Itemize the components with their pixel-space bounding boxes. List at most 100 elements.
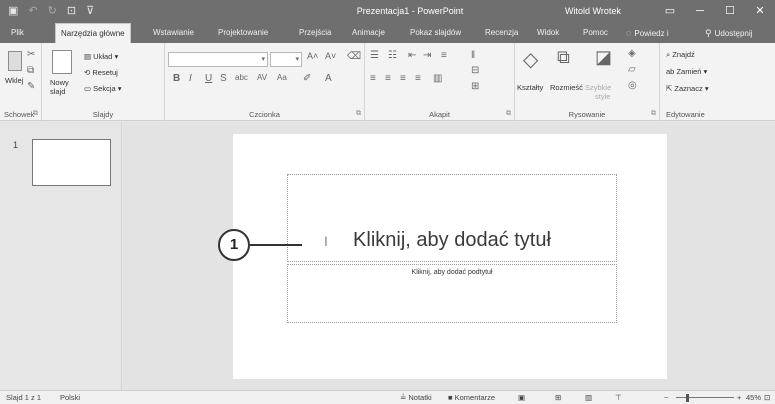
ribbon-display-icon[interactable]: ▭ (655, 0, 685, 23)
comment-icon: ■ (448, 393, 455, 402)
subtitle-placeholder[interactable]: Kliknij, aby dodać podtytuł (287, 264, 617, 323)
group-drawing: ◇ Kształty ⧉ Rozmieść ◪ Szybkie style ◈ … (515, 43, 660, 121)
strikethrough-icon[interactable]: abc (235, 73, 248, 82)
tab-design[interactable]: Projektowanie (213, 23, 273, 43)
quick-styles-button[interactable]: Szybkie (585, 83, 611, 92)
decrease-font-icon[interactable]: A˅ (325, 51, 336, 61)
reading-view-icon[interactable]: ▥ (585, 391, 592, 404)
slideshow-icon[interactable]: ⊤ (615, 391, 622, 404)
char-spacing-icon[interactable]: AV (257, 73, 267, 82)
section-button[interactable]: ▭ Sekcja ▾ (84, 84, 122, 93)
font-name-combo[interactable]: ▾ (168, 52, 268, 67)
share-icon: ⚲ (705, 28, 712, 38)
user-name[interactable]: Witold Wrotek (565, 0, 621, 23)
text-direction-icon[interactable]: ǁ (471, 50, 475, 61)
dialog-launcher-icon[interactable]: ⧉ (506, 110, 511, 118)
justify-icon[interactable]: ≡ (415, 73, 421, 84)
line-spacing-icon[interactable]: ≡ (441, 50, 447, 61)
arrange-icon[interactable]: ⧉ (557, 47, 570, 68)
underline-icon[interactable]: U (205, 73, 212, 84)
align-text-icon[interactable]: ⊟ (471, 65, 479, 76)
paste-button[interactable]: Wklej (5, 76, 23, 85)
slide-canvas[interactable]: I Kliknij, aby dodać tytuł Kliknij, aby … (233, 134, 667, 379)
shape-outline-icon[interactable]: ▱ (628, 64, 636, 75)
quick-styles-icon[interactable]: ◪ (595, 47, 612, 68)
zoom-out-icon[interactable]: − (664, 391, 668, 404)
slide-thumbnail[interactable] (32, 139, 111, 186)
bullets-icon[interactable]: ☰ (370, 50, 379, 61)
redo-icon[interactable]: ↻ (48, 0, 57, 23)
arrange-button[interactable]: Rozmieść (550, 83, 583, 92)
align-right-icon[interactable]: ≡ (400, 73, 406, 84)
title-placeholder-text[interactable]: Kliknij, aby dodać tytuł (288, 229, 616, 252)
paste-icon[interactable] (8, 51, 22, 71)
shape-effects-icon[interactable]: ◎ (628, 80, 637, 91)
font-color-icon[interactable]: A (325, 73, 332, 84)
format-painter-icon[interactable]: ✎ (27, 81, 35, 92)
numbering-icon[interactable]: ☷ (388, 50, 397, 61)
presentation-icon[interactable]: ⊡ (67, 0, 76, 23)
notes-button[interactable]: ≟ Notatki (400, 391, 432, 404)
tab-file[interactable]: Plik (6, 23, 29, 43)
quick-styles-label-2[interactable]: style (595, 92, 610, 101)
zoom-in-icon[interactable]: + (737, 391, 741, 404)
tab-view[interactable]: Widok (532, 23, 564, 43)
align-left-icon[interactable]: ≡ (370, 73, 376, 84)
find-button[interactable]: ⌕ Znajdź (666, 50, 695, 60)
reset-button[interactable]: ⟲ Resetuj (84, 68, 118, 77)
zoom-level[interactable]: 45% (746, 391, 761, 404)
maximize-icon[interactable]: ☐ (715, 0, 745, 23)
fit-slide-icon[interactable]: ⊡ (764, 391, 770, 404)
share-button[interactable]: ⚲ Udostępnij (700, 23, 757, 43)
clear-formatting-icon[interactable]: ⌫ (347, 51, 361, 62)
new-slide-icon[interactable] (52, 50, 72, 74)
minimize-icon[interactable]: ─ (685, 0, 715, 23)
slide-sorter-icon[interactable]: ⊞ (555, 391, 561, 404)
shapes-button[interactable]: Kształty (517, 83, 543, 92)
shadow-icon[interactable]: S (220, 73, 227, 84)
language-indicator[interactable]: Polski (60, 391, 80, 404)
close-icon[interactable]: ✕ (745, 0, 775, 23)
zoom-slider[interactable] (676, 394, 734, 402)
dialog-launcher-icon[interactable]: ⧉ (651, 110, 656, 118)
shape-fill-icon[interactable]: ◈ (628, 48, 636, 59)
select-button[interactable]: ⇱ Zaznacz ▾ (666, 84, 709, 93)
smartart-icon[interactable]: ⊞ (471, 81, 479, 92)
dialog-launcher-icon[interactable]: ⧉ (356, 110, 361, 118)
shapes-icon[interactable]: ◇ (523, 47, 538, 72)
tab-home[interactable]: Narzędzia główne (55, 23, 131, 43)
font-size-combo[interactable]: ▾ (270, 52, 302, 67)
italic-icon[interactable]: I (189, 73, 192, 84)
comments-button[interactable]: ■ Komentarze (448, 391, 495, 404)
decrease-indent-icon[interactable]: ⇤ (408, 50, 416, 61)
change-case-icon[interactable]: Aa (277, 73, 287, 82)
dialog-launcher-icon[interactable]: ⧉ (33, 110, 38, 118)
title-placeholder[interactable]: I Kliknij, aby dodać tytuł (287, 174, 617, 262)
align-center-icon[interactable]: ≡ (385, 73, 391, 84)
layout-button[interactable]: ▤ Układ ▾ (84, 52, 118, 61)
bold-icon[interactable]: B (173, 73, 180, 84)
tab-slideshow[interactable]: Pokaz slajdów (405, 23, 466, 43)
columns-icon[interactable]: ▥ (433, 73, 442, 84)
cut-icon[interactable]: ✂ (27, 49, 35, 60)
undo-icon[interactable]: ↶ (28, 0, 37, 23)
tab-transitions[interactable]: Przejścia (294, 23, 336, 43)
customize-icon[interactable]: ⊽ (86, 0, 94, 23)
increase-indent-icon[interactable]: ⇥ (423, 50, 431, 61)
replace-button[interactable]: ab Zamień ▾ (666, 67, 707, 76)
highlight-icon[interactable]: ✐ (303, 73, 311, 84)
tab-insert[interactable]: Wstawianie (148, 23, 199, 43)
copy-icon[interactable]: ⧉ (27, 65, 34, 76)
group-label-font: Czcionka (249, 110, 280, 119)
tab-help[interactable]: Pomoc (578, 23, 613, 43)
zoom-slider-thumb[interactable] (686, 394, 689, 402)
subtitle-placeholder-text[interactable]: Kliknij, aby dodać podtytuł (288, 269, 616, 276)
tell-me-search[interactable]: ◌ Powiedz i (621, 23, 674, 43)
tab-review[interactable]: Recenzja (480, 23, 523, 43)
new-slide-label-2[interactable]: slajd (50, 87, 65, 96)
new-slide-label[interactable]: Nowy (50, 78, 69, 87)
tab-animations[interactable]: Animacje (347, 23, 390, 43)
increase-font-icon[interactable]: A˄ (307, 51, 318, 61)
save-icon[interactable]: ▣ (8, 0, 18, 23)
normal-view-icon[interactable]: ▣ (518, 391, 525, 404)
